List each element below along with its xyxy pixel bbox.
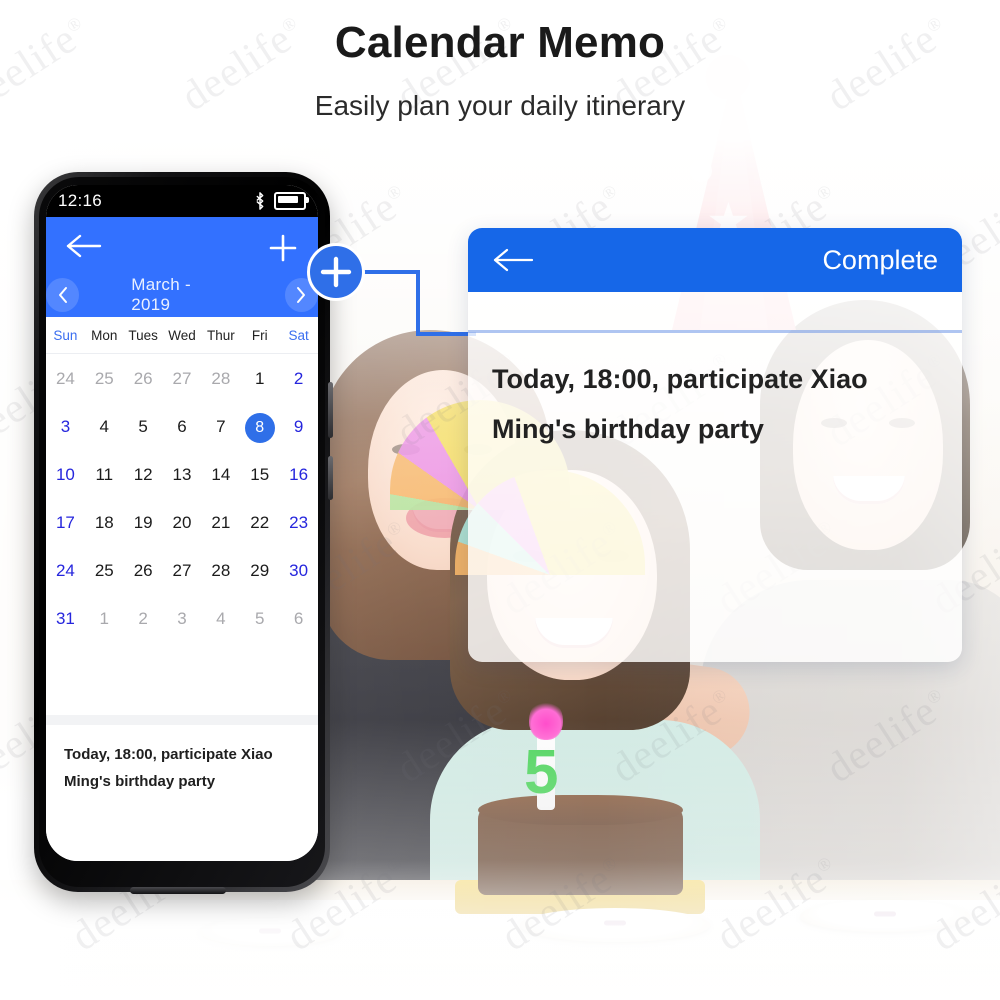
status-bar: 12:16 (46, 185, 318, 217)
calendar-day-11[interactable]: 11 (85, 451, 124, 499)
calendar-week-row: 10 11 12 13 14 15 16 (46, 451, 318, 499)
calendar-day-22[interactable]: 22 (240, 499, 279, 547)
calendar-day-16[interactable]: 16 (279, 451, 318, 499)
calendar-day-4[interactable]: 4 (85, 403, 124, 451)
calendar-week-row: 17 18 19 20 21 22 23 (46, 499, 318, 547)
phone-power-button[interactable] (328, 456, 333, 500)
phone-screen: 12:16 March - 2019 Sun Mon Tues Wed Thur… (46, 185, 318, 861)
calendar-grid[interactable]: 24 25 26 27 28 1 2 3 4 5 6 7 8 9 10 11 12 13 14 15 16 17 18 19 2… (46, 355, 318, 715)
calendar-day-12[interactable]: 12 (124, 451, 163, 499)
calendar-day-24[interactable]: 24 (46, 547, 85, 595)
weekday-mon: Mon (91, 327, 118, 343)
chevron-left-icon (58, 287, 67, 303)
calendar-day-26[interactable]: 26 (124, 355, 163, 403)
calendar-day-17[interactable]: 17 (46, 499, 85, 547)
calendar-day-26[interactable]: 26 (124, 547, 163, 595)
calendar-week-row: 24 25 26 27 28 1 2 (46, 355, 318, 403)
plus-icon[interactable] (268, 233, 298, 263)
calendar-day-7[interactable]: 7 (201, 403, 240, 451)
status-bar-indicators (254, 192, 309, 210)
calendar-day-2[interactable]: 2 (279, 355, 318, 403)
callout-line-horizontal-1 (360, 270, 420, 274)
chevron-right-icon (297, 287, 306, 303)
calendar-day-18[interactable]: 18 (85, 499, 124, 547)
back-arrow-icon[interactable] (492, 245, 534, 275)
memo-editor-text[interactable]: Today, 18:00, participate Xiao Ming's bi… (492, 354, 944, 454)
calendar-week-row: 31 1 2 3 4 5 6 (46, 595, 318, 643)
calendar-day-1[interactable]: 1 (240, 355, 279, 403)
status-bar-time: 12:16 (58, 191, 103, 210)
app-header: March - 2019 (46, 217, 318, 317)
weekday-tues: Tues (128, 327, 158, 343)
calendar-day-31[interactable]: 31 (46, 595, 85, 643)
phone-charging-port (130, 887, 226, 894)
month-navigation: March - 2019 (46, 273, 318, 317)
memo-text-line-1: Today, 18:00, participate Xiao (492, 364, 868, 394)
calendar-week-row: 3456789 (46, 403, 318, 451)
memo-text-line-2: Ming's birthday party (492, 414, 764, 444)
note-line-1: Today, 18:00, participate Xiao (64, 746, 273, 763)
note-separator (46, 715, 318, 725)
calendar-day-4[interactable]: 4 (201, 595, 240, 643)
memo-editor-overlay: Complete Today, 18:00, participate Xiao … (468, 228, 962, 662)
weekday-fri: Fri (251, 327, 268, 343)
calendar-day-30[interactable]: 30 (279, 547, 318, 595)
calendar-day-14[interactable]: 14 (201, 451, 240, 499)
calendar-day-13[interactable]: 13 (163, 451, 202, 499)
callout-line-horizontal-2 (416, 332, 476, 336)
page-title: Calendar Memo (334, 18, 666, 67)
calendar-day-10[interactable]: 10 (46, 451, 85, 499)
calendar-day-29[interactable]: 29 (240, 547, 279, 595)
weekday-sat: Sat (288, 327, 309, 343)
calendar-day-2[interactable]: 2 (124, 595, 163, 643)
calendar-day-27[interactable]: 27 (163, 355, 202, 403)
note-line-2: Ming's birthday party (64, 773, 216, 790)
calendar-day-15[interactable]: 15 (240, 451, 279, 499)
calendar-day-3[interactable]: 3 (46, 403, 85, 451)
callout-line-vertical (416, 270, 420, 336)
calendar-day-8[interactable]: 8 (240, 403, 279, 451)
add-memo-callout-button[interactable] (307, 243, 365, 301)
calendar-day-28[interactable]: 28 (201, 355, 240, 403)
calendar-day-9[interactable]: 9 (279, 403, 318, 451)
prev-month-button[interactable] (46, 278, 80, 312)
back-arrow-icon[interactable] (64, 231, 102, 261)
memo-editor-body[interactable]: Today, 18:00, participate Xiao Ming's bi… (468, 292, 962, 662)
phone-volume-button[interactable] (328, 382, 333, 438)
calendar-day-1[interactable]: 1 (85, 595, 124, 643)
memo-editor-header: Complete (468, 228, 962, 292)
calendar-day-25[interactable]: 25 (85, 355, 124, 403)
weekday-header: Sun Mon Tues Wed Thur Fri Sat (46, 317, 318, 354)
bluetooth-icon (256, 192, 264, 210)
calendar-day-24[interactable]: 24 (46, 355, 85, 403)
complete-button[interactable]: Complete (822, 245, 938, 276)
weekday-wed: Wed (168, 327, 196, 343)
plus-icon (320, 256, 352, 288)
weekday-sun: Sun (53, 327, 78, 343)
month-label: March - 2019 (131, 275, 191, 314)
calendar-day-6[interactable]: 6 (279, 595, 318, 643)
calendar-day-6[interactable]: 6 (163, 403, 202, 451)
calendar-day-19[interactable]: 19 (124, 499, 163, 547)
calendar-day-20[interactable]: 20 (163, 499, 202, 547)
calendar-day-5[interactable]: 5 (124, 403, 163, 451)
weekday-thur: Thur (206, 327, 235, 343)
page-subtitle: Easily plan your daily itinerary (314, 90, 686, 121)
memo-editor-divider (468, 330, 962, 333)
selected-day-badge: 8 (244, 413, 275, 443)
calendar-day-3[interactable]: 3 (163, 595, 202, 643)
calendar-week-row: 24 25 26 27 28 29 30 (46, 547, 318, 595)
calendar-day-23[interactable]: 23 (279, 499, 318, 547)
calendar-day-25[interactable]: 25 (85, 547, 124, 595)
calendar-day-28[interactable]: 28 (201, 547, 240, 595)
note-area[interactable]: Today, 18:00, participate Xiao Ming's bi… (46, 725, 318, 861)
battery-icon (274, 192, 309, 210)
calendar-day-5[interactable]: 5 (240, 595, 279, 643)
calendar-day-27[interactable]: 27 (163, 547, 202, 595)
phone-mockup: 12:16 March - 2019 Sun Mon Tues Wed Thur… (34, 172, 333, 894)
calendar-day-21[interactable]: 21 (201, 499, 240, 547)
poster-canvas: ★ 5 deelife®deelife®deelife®deelife®deel… (0, 0, 1000, 1000)
